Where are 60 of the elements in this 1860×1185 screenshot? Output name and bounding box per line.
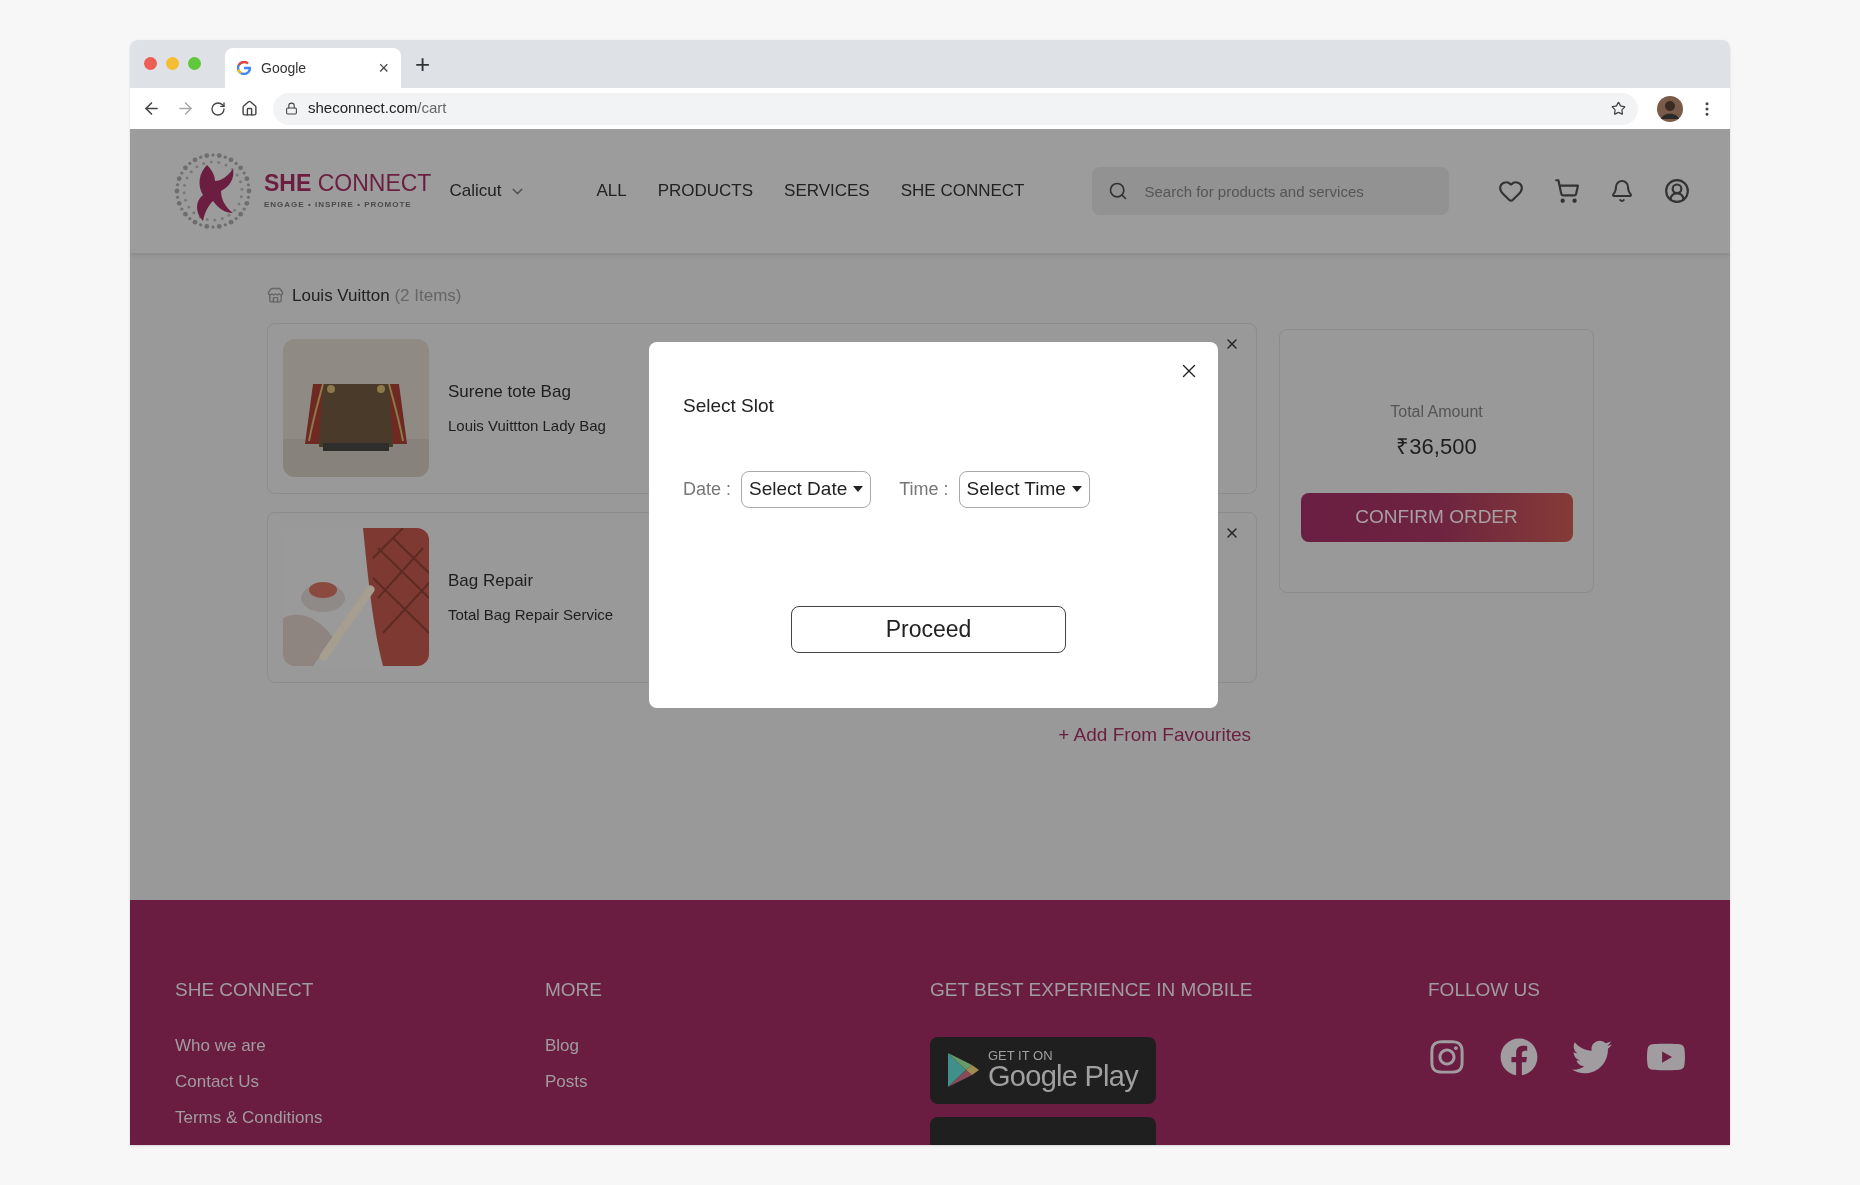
search-icon — [1108, 181, 1129, 201]
total-amount: ₹36,500 — [1396, 433, 1477, 461]
caret-icon — [853, 486, 864, 492]
badge-caption: GET IT ON — [988, 1049, 1054, 1062]
logo-icon — [173, 151, 253, 231]
brand-tagline: ENGAGE • INSPIRE • PROMOTE — [264, 198, 413, 211]
lock-icon — [285, 102, 298, 115]
item-subtitle: Louis Vuittton Lady Bag — [448, 415, 606, 436]
footer-heading: GET BEST EXPERIENCE IN MOBILE — [930, 978, 1254, 1002]
footer-link[interactable]: Who we are — [175, 1032, 545, 1058]
footer-link[interactable]: Terms & Conditions — [175, 1104, 545, 1130]
notification-icon[interactable] — [1610, 179, 1634, 203]
nav-link[interactable]: SERVICES — [784, 178, 870, 204]
location-dropdown[interactable]: Calicut — [449, 178, 527, 204]
total-label: Total Amount — [1390, 402, 1483, 422]
badge-title: Google Play — [988, 1062, 1138, 1091]
select-dropdown[interactable]: Select Date — [741, 470, 872, 508]
reload-icon[interactable] — [210, 100, 226, 117]
instagram-icon[interactable] — [1428, 1037, 1466, 1076]
star-icon[interactable] — [1611, 101, 1626, 116]
close-window-icon[interactable] — [144, 56, 157, 70]
play-icon — [946, 1051, 980, 1089]
tab-close[interactable]: × — [378, 59, 389, 77]
field-label: Date : — [683, 477, 732, 501]
item-title: Bag Repair — [448, 570, 535, 592]
profile-icon[interactable] — [1664, 178, 1690, 204]
footer-heading: SHE CONNECT — [175, 978, 315, 1002]
cart-icon[interactable] — [1554, 178, 1580, 204]
facebook-icon[interactable] — [1500, 1037, 1538, 1076]
add-favourites-link[interactable]: + Add From Favourites — [1058, 720, 1251, 749]
nav-link[interactable]: ALL — [596, 178, 627, 204]
footer-link[interactable]: Blog — [545, 1032, 930, 1058]
address-bar[interactable]: sheconnect.com/cart — [273, 92, 1638, 125]
footer-heading: MORE — [545, 978, 603, 1002]
store-icon — [267, 287, 284, 305]
avatar-icon[interactable] — [1657, 95, 1683, 122]
proceed-button[interactable]: Proceed — [791, 605, 1066, 653]
footer-link[interactable]: Posts — [545, 1068, 930, 1094]
nav-link[interactable]: PRODUCTS — [657, 178, 754, 204]
browser-tab[interactable]: Google × — [225, 48, 401, 88]
caret-icon — [1071, 486, 1082, 492]
item-title: Surene tote Bag — [448, 381, 572, 403]
g-icon — [237, 61, 251, 75]
google-play-badge[interactable]: GET IT ON Google Play — [930, 1036, 1156, 1104]
confirm-order-button[interactable]: CONFIRM ORDER — [1300, 493, 1573, 542]
search-field[interactable]: Search for products and services — [1092, 167, 1450, 215]
new-tab-button[interactable]: + — [415, 51, 431, 77]
url-text: sheconnect.com/cart — [308, 98, 448, 119]
nav-link[interactable]: SHE CONNECT — [900, 178, 1025, 204]
footer-link[interactable]: Contact Us — [175, 1068, 545, 1094]
item-subtitle: Total Bag Repair Service — [448, 604, 614, 625]
dialog-title: Select Slot — [683, 394, 775, 418]
field-label: Time : — [899, 477, 949, 501]
favourites-icon[interactable] — [1498, 178, 1524, 204]
tab-title: Google — [261, 58, 308, 78]
brand-name: SHE CONNECT — [264, 171, 432, 195]
home-icon[interactable] — [241, 100, 258, 117]
select-dropdown[interactable]: Select Time — [958, 470, 1090, 508]
footer-heading: FOLLOW US — [1428, 978, 1541, 1002]
back-icon[interactable] — [142, 99, 161, 118]
